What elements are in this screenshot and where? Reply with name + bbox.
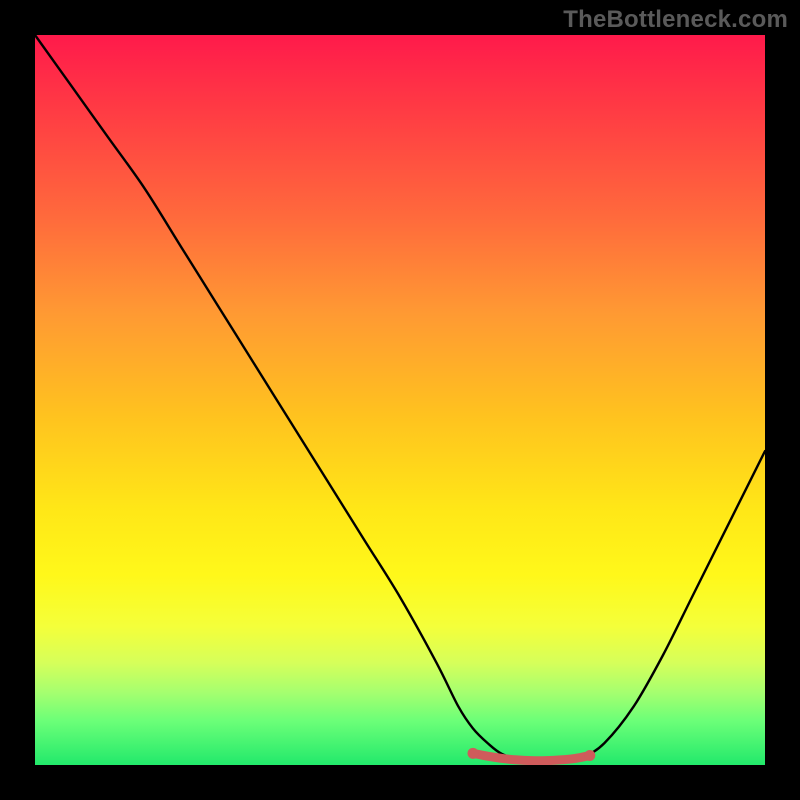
plot-area [35, 35, 765, 765]
watermark-text: TheBottleneck.com [563, 6, 788, 34]
chart-frame: TheBottleneck.com [0, 0, 800, 800]
series-bottleneck-curve [35, 35, 765, 762]
optimal-end-dot [584, 750, 595, 761]
series-optimal-band [473, 753, 590, 760]
chart-svg [35, 35, 765, 765]
optimal-start-dot [468, 748, 479, 759]
